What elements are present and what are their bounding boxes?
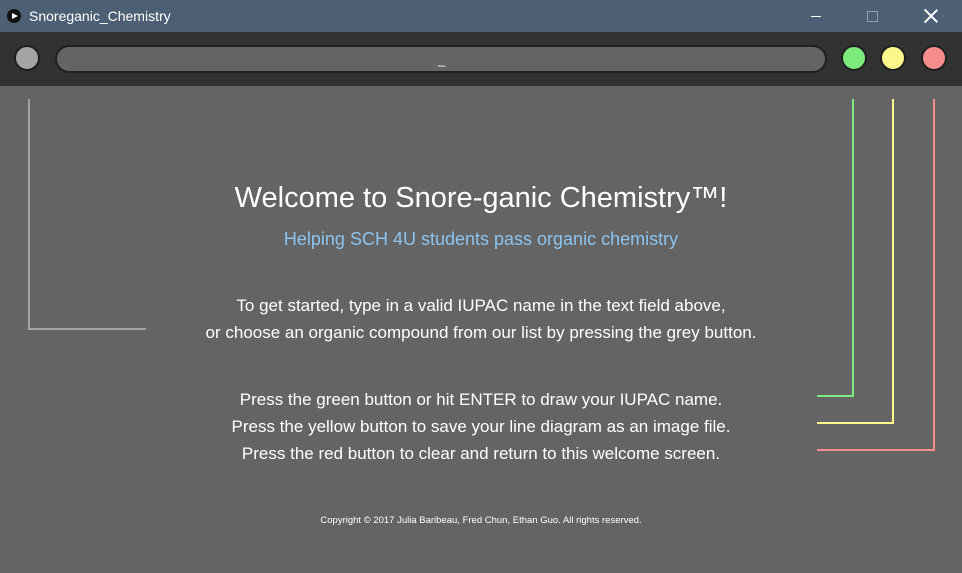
app-window: Snoreganic_Chemistry _ Welcome to Snore-… (0, 0, 962, 573)
draw-button[interactable] (841, 45, 867, 71)
welcome-subtitle: Helping SCH 4U students pass organic che… (283, 229, 679, 249)
window-title: Snoreganic_Chemistry (29, 8, 171, 24)
close-button[interactable] (908, 0, 954, 32)
intro-line: To get started, type in a valid IUPAC na… (236, 296, 726, 315)
instruction-save: Press the yellow button to save your lin… (231, 417, 731, 436)
compound-list-button[interactable] (14, 45, 40, 71)
minimize-button[interactable] (793, 0, 839, 32)
instruction-clear: Press the red button to clear and return… (241, 444, 721, 463)
welcome-headline: Welcome to Snore-ganic Chemistry™! (234, 182, 728, 214)
maximize-icon (866, 10, 878, 22)
toolbar: _ (0, 32, 962, 86)
maximize-button[interactable] (849, 0, 895, 32)
instruction-draw: Press the green button or hit ENTER to d… (239, 390, 723, 409)
close-icon (924, 9, 938, 23)
copyright-notice: Copyright © 2017 Julia Baribeau, Fred Ch… (320, 515, 642, 526)
title-bar: Snoreganic_Chemistry (0, 0, 962, 32)
intro-line: or choose an organic compound from our l… (205, 323, 757, 342)
text-cursor: _ (438, 52, 446, 67)
app-icon (7, 9, 21, 23)
yellow-guide-vertical (892, 99, 894, 424)
clear-button[interactable] (921, 45, 947, 71)
save-image-button[interactable] (880, 45, 906, 71)
minimize-icon (811, 15, 821, 17)
iupac-input-wrapper: _ (55, 45, 827, 73)
